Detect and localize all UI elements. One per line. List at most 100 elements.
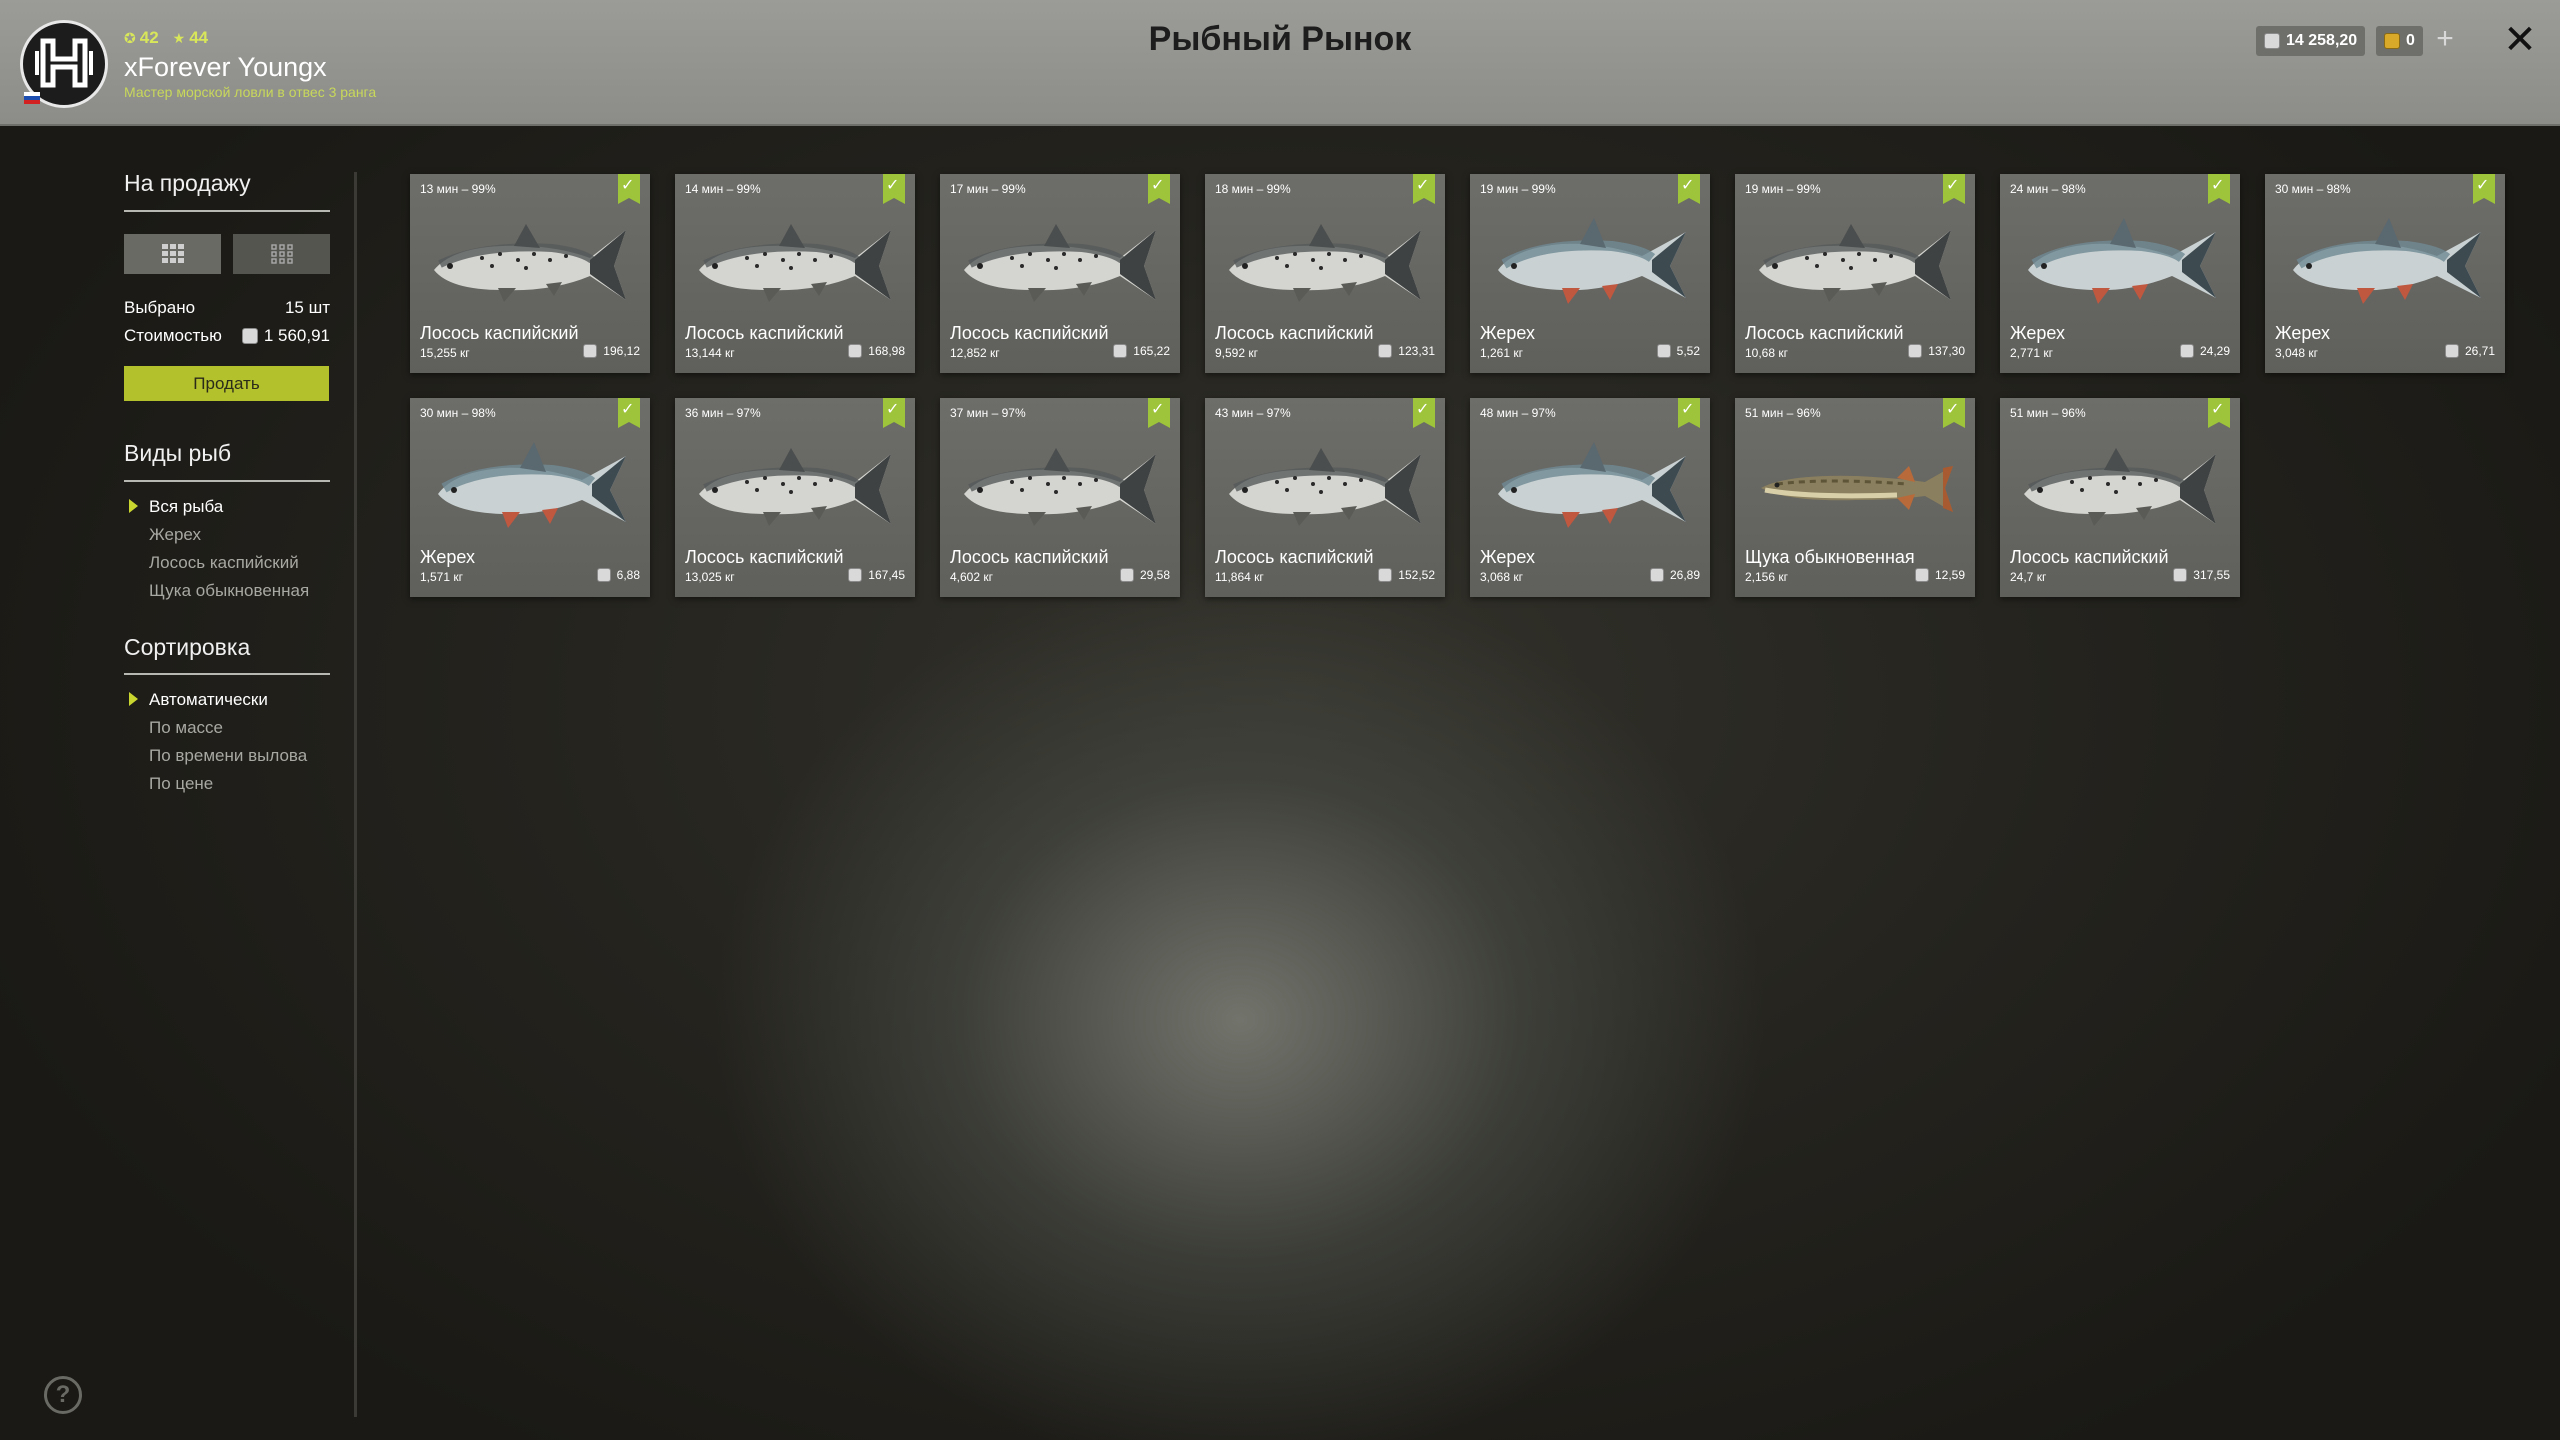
species-item[interactable]: Лосось каспийский [149,553,299,573]
catch-time-freshness: 19 мин – 99% [1480,182,1556,196]
selected-check-icon[interactable]: ✓ [1413,174,1435,204]
selected-check-icon[interactable]: ✓ [1413,398,1435,428]
fish-name: Лосось каспийский [420,323,579,343]
selected-check-icon[interactable]: ✓ [1148,174,1170,204]
silver-coin-icon [2264,33,2280,49]
silver-coin-icon [1119,568,1134,582]
fish-name: Лосось каспийский [950,323,1109,343]
view-large-grid-button[interactable] [124,234,221,274]
sort-item-label: По времени вылова [149,746,308,765]
fish-price: 5,52 [1656,344,1700,358]
fish-name: Лосось каспийский [685,323,844,343]
selected-check-icon[interactable]: ✓ [618,398,640,428]
fish-weight: 1,571 кг [420,570,463,584]
fish-weight: 4,602 кг [950,570,993,584]
divider [124,210,330,212]
silver-coin-icon [1378,344,1393,358]
fish-weight: 15,255 кг [420,346,470,360]
fish-image [1747,438,1963,543]
fish-price: 317,55 [2173,568,2230,582]
sort-item[interactable]: По времени вылова [149,746,307,766]
fish-name: Лосось каспийский [950,547,1109,567]
asp-fish-icon [1498,218,1686,304]
fish-price-value: 5,52 [1676,344,1700,358]
selected-arrow-icon [129,692,138,706]
fish-card[interactable]: 30 мин – 98% ✓ Жерех 3,048 кг 26,71 [2265,174,2505,373]
fish-name: Лосось каспийский [2010,547,2169,567]
silver-coin-icon [848,568,863,582]
selected-check-icon[interactable]: ✓ [1943,174,1965,204]
asp-fish-icon [2028,218,2216,304]
salmon-fish-icon [964,224,1156,302]
silver-coin-icon [1914,568,1929,582]
fish-price-value: 196,12 [603,344,640,358]
fish-card[interactable]: 19 мин – 99% ✓ Жерех 1,261 кг 5,52 [1470,174,1710,373]
salmon-fish-icon [699,448,891,526]
fish-card[interactable]: 51 мин – 96% ✓ Щука обыкновенная 2,156 кг 12… [1735,398,1975,597]
silver-coin-icon [596,568,611,582]
fish-card[interactable]: 37 мин – 97% ✓ Лосось каспийский 4,602 кг 29… [940,398,1180,597]
sort-item[interactable]: Автоматически [129,690,268,710]
selected-check-icon[interactable]: ✓ [1678,398,1700,428]
fish-card[interactable]: 24 мин – 98% ✓ Жерех 2,771 кг 24,29 [2000,174,2240,373]
selected-check-icon[interactable]: ✓ [883,398,905,428]
fish-weight: 2,771 кг [2010,346,2053,360]
species-item-label: Щука обыкновенная [149,581,310,600]
species-item-label: Лосось каспийский [149,553,299,572]
selected-check-icon[interactable]: ✓ [1678,174,1700,204]
close-button[interactable]: ✕ [2500,20,2540,60]
fish-card[interactable]: 18 мин – 99% ✓ Лосось каспийский 9,592 кг 12… [1205,174,1445,373]
selected-check-icon[interactable]: ✓ [2473,174,2495,204]
fish-price: 152,52 [1378,568,1435,582]
selected-check-icon[interactable]: ✓ [883,174,905,204]
fish-card[interactable]: 43 мин – 97% ✓ Лосось каспийский 11,864 кг 1… [1205,398,1445,597]
fish-image [2012,438,2228,543]
catch-time-freshness: 37 мин – 97% [950,406,1026,420]
asp-fish-icon [1498,442,1686,528]
species-item-label: Вся рыба [149,497,224,516]
salmon-fish-icon [1229,224,1421,302]
species-item-label: Жерех [149,525,201,544]
fish-card[interactable]: 51 мин – 96% ✓ Лосось каспийский 24,7 кг 317… [2000,398,2240,597]
selected-check-icon[interactable]: ✓ [1943,398,1965,428]
selected-check-icon[interactable]: ✓ [2208,398,2230,428]
fish-price-value: 26,89 [1669,568,1700,582]
fish-price: 29,58 [1119,568,1170,582]
fish-card[interactable]: 13 мин – 99% ✓ Лосось каспийский 15,255 кг 1… [410,174,650,373]
view-small-grid-button[interactable] [233,234,330,274]
species-item[interactable]: Вся рыба [129,497,224,517]
fish-card[interactable]: 30 мин – 98% ✓ Жерех 1,571 кг 6,88 [410,398,650,597]
catch-time-freshness: 24 мин – 98% [2010,182,2086,196]
silver-coin-icon [848,344,863,358]
fish-price: 12,59 [1914,568,1965,582]
selected-check-icon[interactable]: ✓ [618,174,640,204]
species-item[interactable]: Щука обыкновенная [149,581,309,601]
fish-card[interactable]: 19 мин – 99% ✓ Лосось каспийский 10,68 кг 13… [1735,174,1975,373]
fish-card[interactable]: 14 мин – 99% ✓ Лосось каспийский 13,144 кг 1… [675,174,915,373]
selected-check-icon[interactable]: ✓ [1148,398,1170,428]
selected-arrow-icon [129,499,138,513]
fish-weight: 13,144 кг [685,346,735,360]
for-sale-title: На продажу [124,170,251,196]
catch-time-freshness: 30 мин – 98% [420,406,496,420]
catch-time-freshness: 48 мин – 97% [1480,406,1556,420]
fish-name: Щука обыкновенная [1745,547,1915,567]
selected-check-icon[interactable]: ✓ [2208,174,2230,204]
sort-item[interactable]: По цене [149,774,213,794]
fish-price: 137,30 [1908,344,1965,358]
species-item[interactable]: Жерех [149,525,201,545]
selected-count-row: Выбрано 15 шт [124,298,330,318]
add-currency-button[interactable]: + [2430,24,2460,54]
fish-card[interactable]: 36 мин – 97% ✓ Лосось каспийский 13,025 кг 1… [675,398,915,597]
country-flag-icon [24,92,40,104]
sell-button[interactable]: Продать [124,366,329,401]
silver-coin-icon [1656,344,1671,358]
catch-time-freshness: 36 мин – 97% [685,406,761,420]
fish-card[interactable]: 48 мин – 97% ✓ Жерех 3,068 кг 26,89 [1470,398,1710,597]
fish-card[interactable]: 17 мин – 99% ✓ Лосось каспийский 12,852 кг 1… [940,174,1180,373]
fish-price-value: 29,58 [1139,568,1170,582]
help-icon[interactable]: ? [44,1376,82,1414]
fish-price-value: 165,22 [1133,344,1170,358]
sort-item[interactable]: По массе [149,718,223,738]
gold-value: 0 [2406,32,2415,49]
